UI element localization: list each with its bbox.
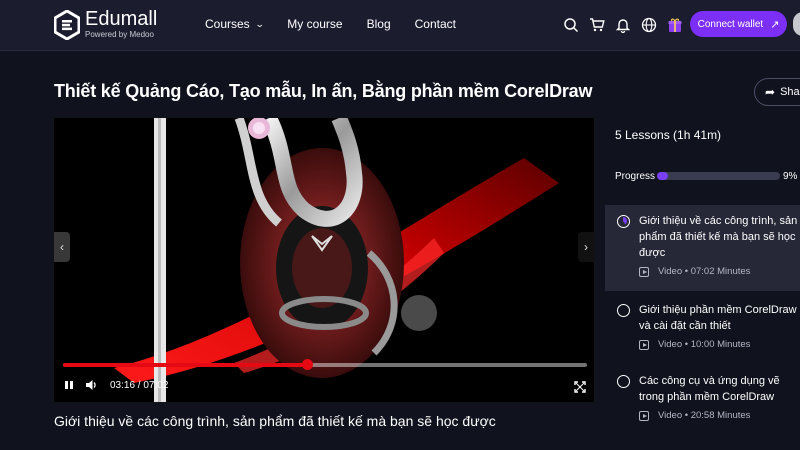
share-button[interactable]: ➦ Shar <box>754 78 800 106</box>
lesson-sidebar: 5 Lessons (1h 41m) Progress 9% Giới thiệ… <box>605 118 800 450</box>
previous-slide-button[interactable]: ‹ <box>54 232 70 262</box>
lesson-item-3[interactable]: Các công cụ và ứng dụng vẽ trong phần mề… <box>605 365 800 431</box>
nav-courses[interactable]: Courses ⌄ <box>205 17 265 31</box>
page-title: Thiết kế Quảng Cáo, Tạo mẫu, In ấn, Bằng… <box>54 81 593 101</box>
lesson-meta: Video • 20:58 Minutes <box>658 410 751 421</box>
player-controls: 03:16 / 07:02 <box>62 378 168 392</box>
video-progress-fill <box>63 363 307 367</box>
pause-icon[interactable] <box>62 378 76 392</box>
gift-icon[interactable] <box>665 15 685 35</box>
progress-label: Progress <box>615 171 656 182</box>
nav-contact[interactable]: Contact <box>415 17 456 31</box>
lesson-title: Giới thiệu phần mềm CorelDraw và cài đặt… <box>639 304 797 332</box>
search-icon[interactable] <box>561 15 581 35</box>
nav-blog[interactable]: Blog <box>367 17 391 31</box>
video-icon <box>639 339 649 350</box>
main-nav: Courses ⌄ My course Blog Contact <box>205 17 480 31</box>
fullscreen-icon[interactable] <box>574 380 586 393</box>
volume-icon[interactable] <box>84 378 98 392</box>
lesson-title: Giới thiệu về các công trình, sản phẩm đ… <box>639 215 798 259</box>
brand-tagline: Powered by Medoo <box>85 30 154 39</box>
connect-wallet-button[interactable]: Connect wallet ↗ <box>690 11 787 37</box>
connect-wallet-label: Connect wallet <box>697 18 764 30</box>
lessons-summary: 5 Lessons (1h 41m) <box>615 128 722 142</box>
top-navbar: Edumall Powered by Medoo Courses ⌄ My co… <box>0 0 800 51</box>
video-frame <box>54 118 594 402</box>
brand-logo[interactable]: Edumall Powered by Medoo <box>54 9 157 40</box>
course-progress-fill <box>657 172 669 180</box>
video-progress-bar[interactable] <box>63 359 587 370</box>
lesson-status-icon <box>617 215 630 228</box>
lesson-title-caption: Giới thiệu về các công trình, sản phẩm đ… <box>54 413 496 429</box>
lesson-item-1[interactable]: Giới thiệu về các công trình, sản phẩm đ… <box>605 205 800 291</box>
chevron-down-icon: ⌄ <box>254 18 265 29</box>
cart-icon[interactable] <box>587 15 607 35</box>
nav-courses-label: Courses <box>205 17 250 31</box>
course-progress-bar <box>657 172 780 180</box>
video-player[interactable]: ‹ › 03:16 / 07:02 <box>54 118 594 402</box>
lesson-item-2[interactable]: Giới thiệu phần mềm CorelDraw và cài đặt… <box>605 294 800 360</box>
progress-percent: 9% <box>783 171 798 182</box>
lesson-meta: Video • 10:00 Minutes <box>658 339 751 350</box>
lesson-meta: Video • 07:02 Minutes <box>658 266 751 277</box>
lesson-status-icon <box>617 375 630 388</box>
lesson-title: Các công cụ và ứng dụng vẽ trong phần mề… <box>639 375 780 403</box>
share-icon: ➦ <box>765 85 776 99</box>
share-label: Shar <box>780 86 800 98</box>
video-progress-knob[interactable] <box>301 359 313 370</box>
brand-name: Edumall <box>85 8 158 30</box>
next-slide-button[interactable]: › <box>578 232 594 262</box>
avatar[interactable] <box>793 12 800 36</box>
bell-icon[interactable] <box>613 15 633 35</box>
video-icon <box>639 266 649 277</box>
edumall-logo-icon <box>54 9 80 40</box>
video-time: 03:16 / 07:02 <box>110 379 169 391</box>
video-icon <box>639 410 649 421</box>
nav-my-course[interactable]: My course <box>287 17 342 31</box>
lesson-status-icon <box>617 304 630 317</box>
globe-icon[interactable] <box>639 15 659 35</box>
arrow-up-right-icon: ↗ <box>770 18 780 31</box>
header-icons <box>561 15 691 35</box>
